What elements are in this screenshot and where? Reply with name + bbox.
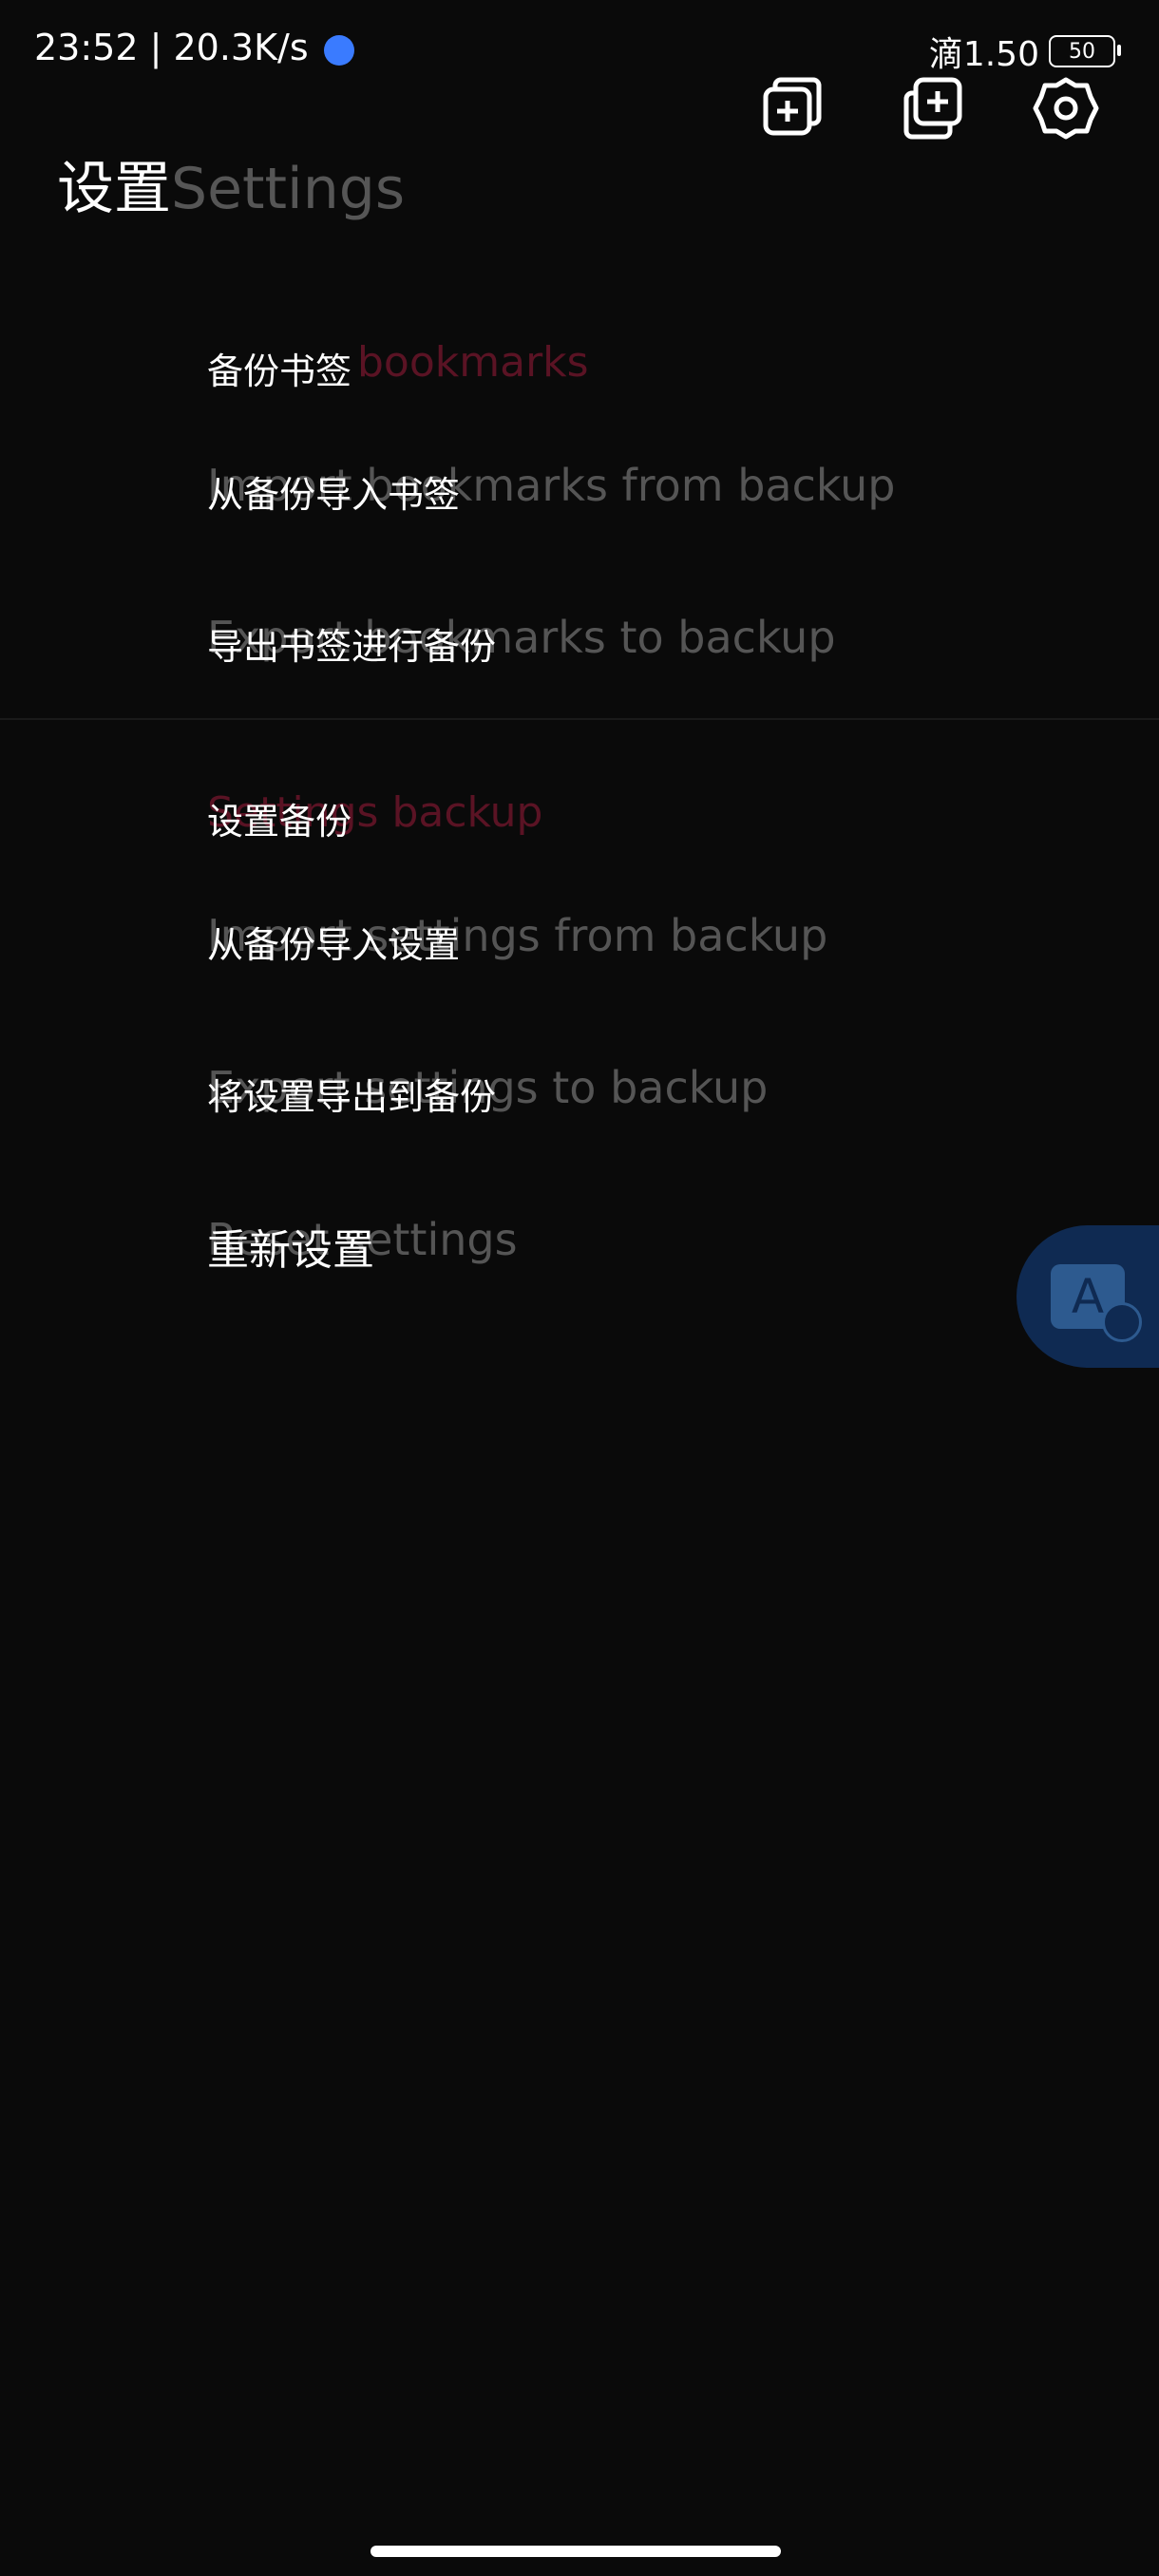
status-time: 23:52 bbox=[34, 27, 139, 68]
page-title: 设置Settings bbox=[57, 142, 405, 225]
gear-icon[interactable] bbox=[1028, 70, 1104, 146]
export-bookmarks-label: 导出书签进行备份 bbox=[207, 626, 497, 668]
export-bookmarks-item[interactable]: Export bookmarks to backup 导出书签进行备份 bbox=[207, 612, 967, 726]
translate-icon-letter: A bbox=[1071, 1269, 1105, 1324]
import-bookmarks-item[interactable]: Import bookmarks from backup 从备份导入书签 bbox=[207, 460, 967, 574]
app-notification-icon bbox=[323, 34, 354, 66]
battery-level: 50 bbox=[1069, 39, 1095, 64]
import-settings-item[interactable]: Import settings from backup 从备份导入设置 bbox=[207, 910, 967, 1024]
status-signal: 滴1.50 bbox=[928, 35, 1039, 74]
new-tab-icon[interactable] bbox=[895, 70, 971, 146]
section-header-bookmarks-label: 备份书签 bbox=[207, 350, 352, 392]
add-tab-icon[interactable] bbox=[754, 70, 830, 146]
export-settings-item[interactable]: Export settings to backup 将设置导出到备份 bbox=[207, 1062, 967, 1176]
section-header-bookmarks: bookmarks 备份书签 bbox=[207, 338, 589, 394]
status-bar-right: 滴1.50 50 bbox=[928, 27, 1121, 76]
page-title-text: 设置 bbox=[57, 156, 171, 222]
section-header-bookmarks-ghost: bookmarks bbox=[357, 338, 589, 387]
battery-icon: 50 bbox=[1049, 35, 1121, 67]
translate-fab[interactable]: A bbox=[1016, 1225, 1159, 1368]
section-header-settings: Settings backup 设置备份 bbox=[207, 788, 542, 844]
export-settings-label: 将设置导出到备份 bbox=[207, 1076, 497, 1118]
section-divider bbox=[0, 718, 1159, 720]
translate-icon: A bbox=[1051, 1264, 1142, 1342]
status-bar-left: 23:52 | 20.3K/s bbox=[34, 27, 354, 68]
reset-settings-label: 重新设置 bbox=[207, 1226, 374, 1275]
swap-icon bbox=[1102, 1302, 1142, 1342]
status-speed: | 20.3K/s bbox=[149, 27, 309, 68]
home-indicator[interactable] bbox=[370, 2546, 781, 2557]
import-settings-label: 从备份导入设置 bbox=[207, 924, 461, 966]
import-bookmarks-label: 从备份导入书签 bbox=[207, 474, 461, 516]
page-title-ghost: Settings bbox=[171, 156, 406, 222]
section-header-settings-label: 设置备份 bbox=[207, 801, 352, 843]
reset-settings-item[interactable]: Reset settings 重新设置 bbox=[207, 1214, 967, 1328]
